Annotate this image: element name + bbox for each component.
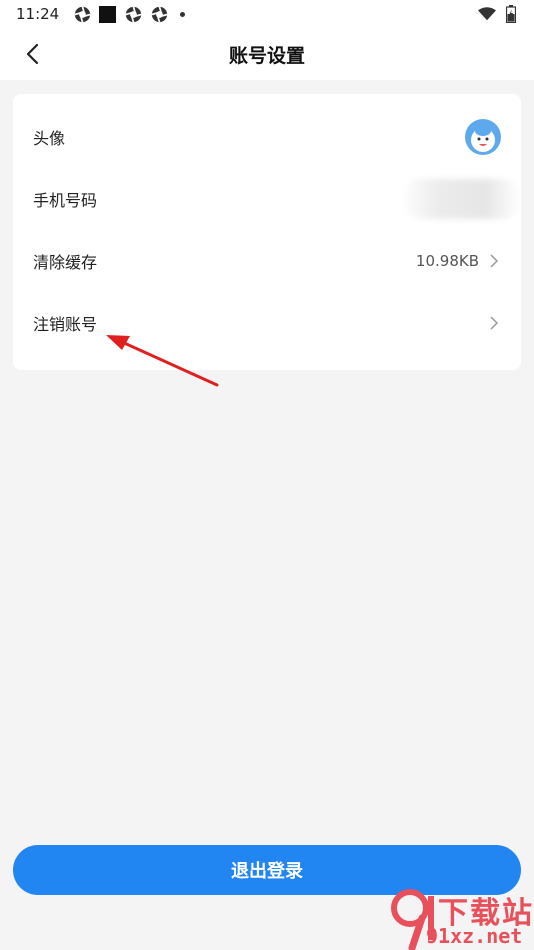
- settings-row-label: 手机号码: [33, 191, 98, 210]
- black-square-icon: [99, 5, 117, 23]
- settings-row-label: 注销账号: [33, 315, 98, 334]
- settings-row-label: 清除缓存: [33, 253, 98, 272]
- annotation-arrow-icon: [106, 335, 219, 387]
- phone-area: [401, 179, 521, 219]
- nav-bar: 账号设置: [0, 28, 534, 80]
- settings-row-delete-account[interactable]: 注销账号: [13, 292, 521, 354]
- chevron-right-icon: [489, 254, 501, 268]
- status-icons: [73, 5, 186, 23]
- blurred-phone-number: [401, 179, 521, 219]
- avatar[interactable]: [465, 119, 501, 155]
- status-bar: 11:24: [0, 0, 534, 28]
- chevron-left-icon: [26, 43, 39, 65]
- settings-row-phone[interactable]: 手机号码: [13, 168, 521, 230]
- avatar-area: [465, 119, 501, 155]
- dot-icon: [180, 11, 186, 17]
- delete-area: [489, 316, 501, 330]
- settings-row-label: 头像: [33, 129, 66, 148]
- gear-shutter-icon: [150, 5, 168, 23]
- status-right: [478, 5, 520, 23]
- settings-row-avatar[interactable]: 头像: [13, 106, 521, 168]
- gear-shutter-icon: [73, 5, 91, 23]
- gear-shutter-icon: [124, 5, 142, 23]
- battery-charging-icon: [502, 5, 520, 23]
- cache-area: 10.98KB: [416, 252, 501, 270]
- settings-row-clear-cache[interactable]: 清除缓存 10.98KB: [13, 230, 521, 292]
- page-title: 账号设置: [228, 44, 305, 67]
- settings-card: 头像 手机号码 清除缓存 10.98KB 注销账号: [13, 94, 521, 370]
- chevron-right-icon: [489, 316, 501, 330]
- watermark-bottom-text: 91xz.net: [426, 924, 523, 948]
- avatar-face-icon: [471, 126, 495, 152]
- wifi-icon: [478, 5, 496, 23]
- status-time: 11:24: [16, 5, 60, 23]
- watermark: 下载站 91xz.net: [388, 888, 534, 950]
- back-button[interactable]: [18, 40, 46, 68]
- cache-size: 10.98KB: [415, 252, 479, 270]
